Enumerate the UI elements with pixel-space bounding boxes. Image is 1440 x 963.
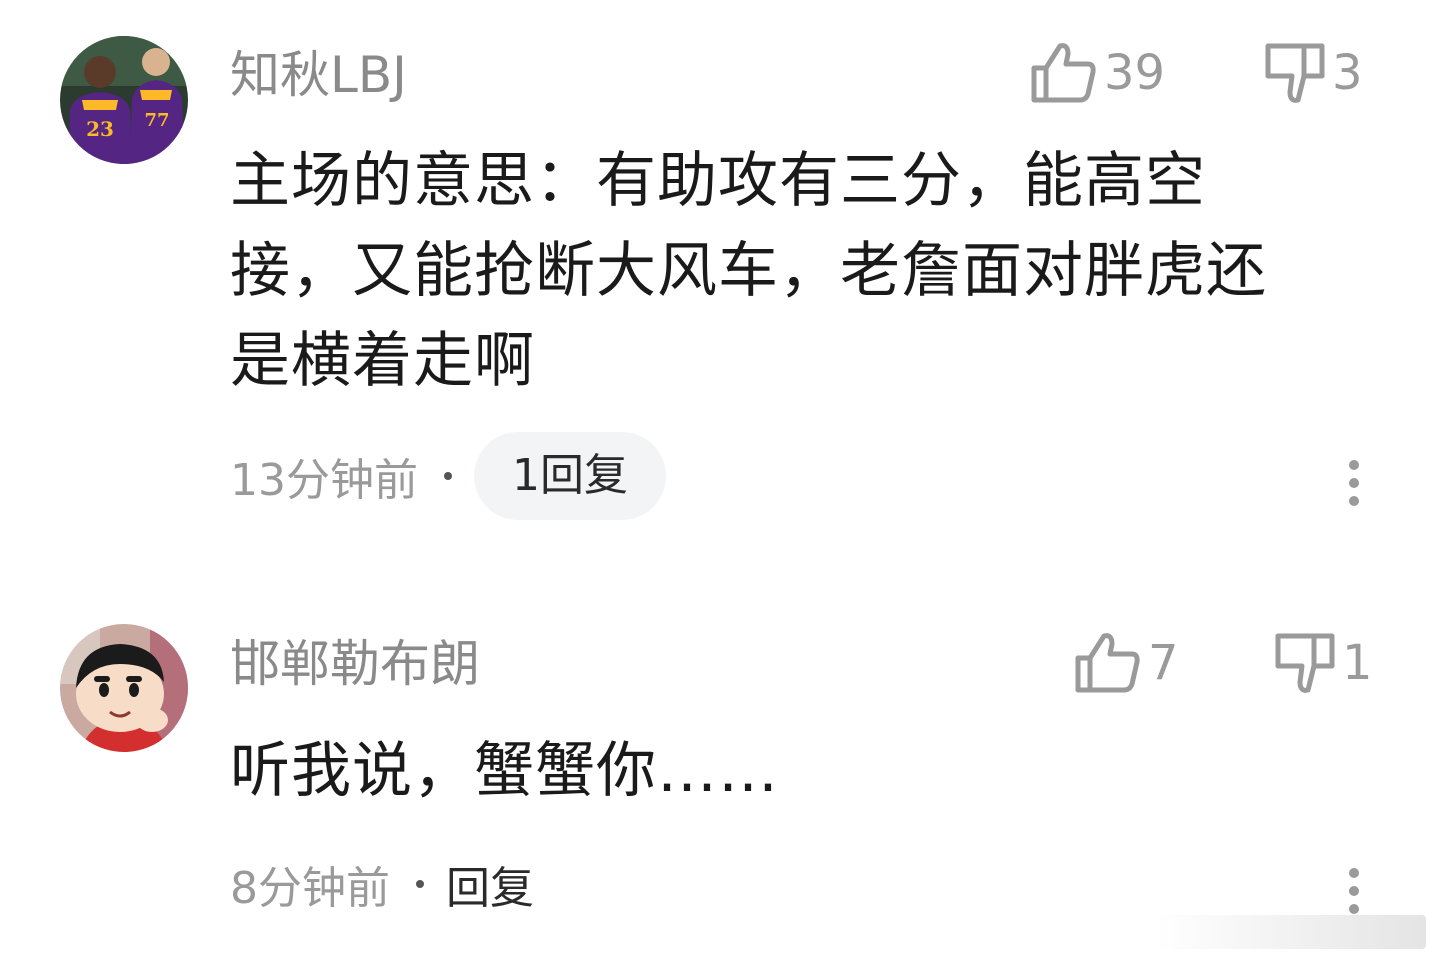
svg-text:77: 77: [144, 110, 169, 131]
user-avatar[interactable]: [60, 624, 188, 752]
timestamp: 13分钟前: [230, 455, 418, 506]
timestamp: 8分钟前: [230, 863, 390, 914]
separator-dot: [416, 880, 424, 888]
like-count: 39: [1104, 45, 1166, 101]
dislike-button[interactable]: 3: [1264, 42, 1363, 104]
like-button[interactable]: 39: [1030, 42, 1165, 104]
thumbs-down-icon: [1275, 633, 1335, 693]
cartoon-boy-avatar-icon: [60, 624, 188, 752]
dislike-button[interactable]: 1: [1274, 632, 1373, 694]
like-button[interactable]: 7: [1074, 632, 1179, 694]
lakers-players-avatar-icon: 23 77: [60, 36, 188, 164]
username[interactable]: 邯郸勒布朗: [230, 634, 480, 694]
comment-text: 听我说，蟹蟹你……: [230, 726, 1340, 816]
thumbs-up-icon: [1031, 43, 1096, 103]
thumbs-up-icon: [1075, 633, 1140, 693]
separator-dot: [444, 472, 452, 480]
comment-text-line: 是横着走啊: [230, 326, 535, 396]
username[interactable]: 知秋LBJ: [230, 45, 407, 105]
more-options-icon[interactable]: [1344, 456, 1364, 510]
reply-button[interactable]: 回复: [446, 852, 534, 916]
svg-text:23: 23: [86, 117, 114, 141]
dislike-count: 1: [1342, 635, 1373, 691]
watermark: [1156, 915, 1426, 949]
comment-text: 主场的意思：有助攻有三分，能高空 接，又能抢断大风车，老詹面对胖虎还 是横着走啊: [230, 136, 1340, 406]
comment-text-line: 接，又能抢断大风车，老詹面对胖虎还: [230, 236, 1267, 306]
thumbs-down-icon: [1265, 43, 1325, 103]
like-count: 7: [1148, 635, 1179, 691]
more-options-icon[interactable]: [1344, 864, 1364, 918]
reply-button[interactable]: 1回复: [474, 432, 666, 520]
comment-text-line: 主场的意思：有助攻有三分，能高空: [230, 146, 1206, 216]
comment-meta: 13分钟前 1回复: [230, 432, 666, 520]
comment-meta: 8分钟前 回复: [230, 840, 534, 928]
comment-text-line: 听我说，蟹蟹你……: [230, 736, 779, 806]
dislike-count: 3: [1332, 45, 1363, 101]
user-avatar[interactable]: 23 77: [60, 36, 188, 164]
